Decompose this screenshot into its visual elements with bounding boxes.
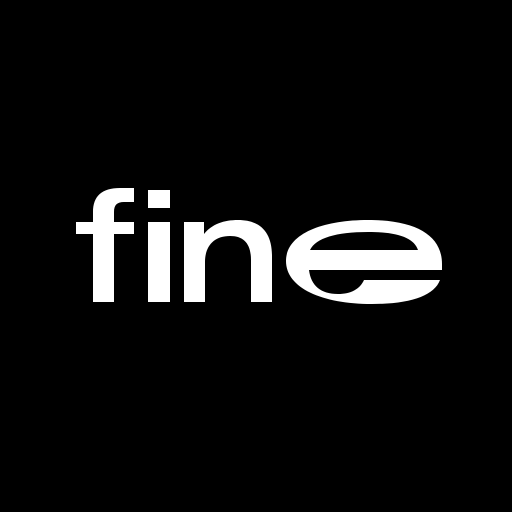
letter-n xyxy=(184,220,272,302)
logo-canvas: fine xyxy=(0,0,512,512)
letter-i-dot xyxy=(148,190,170,208)
fine-wordmark-logo xyxy=(76,188,442,304)
letter-i-stem xyxy=(148,222,170,302)
wordmark-text: fine xyxy=(0,0,1,1)
letter-f xyxy=(76,188,134,302)
letter-e xyxy=(286,220,442,304)
wordmark-glyphs xyxy=(76,188,442,304)
